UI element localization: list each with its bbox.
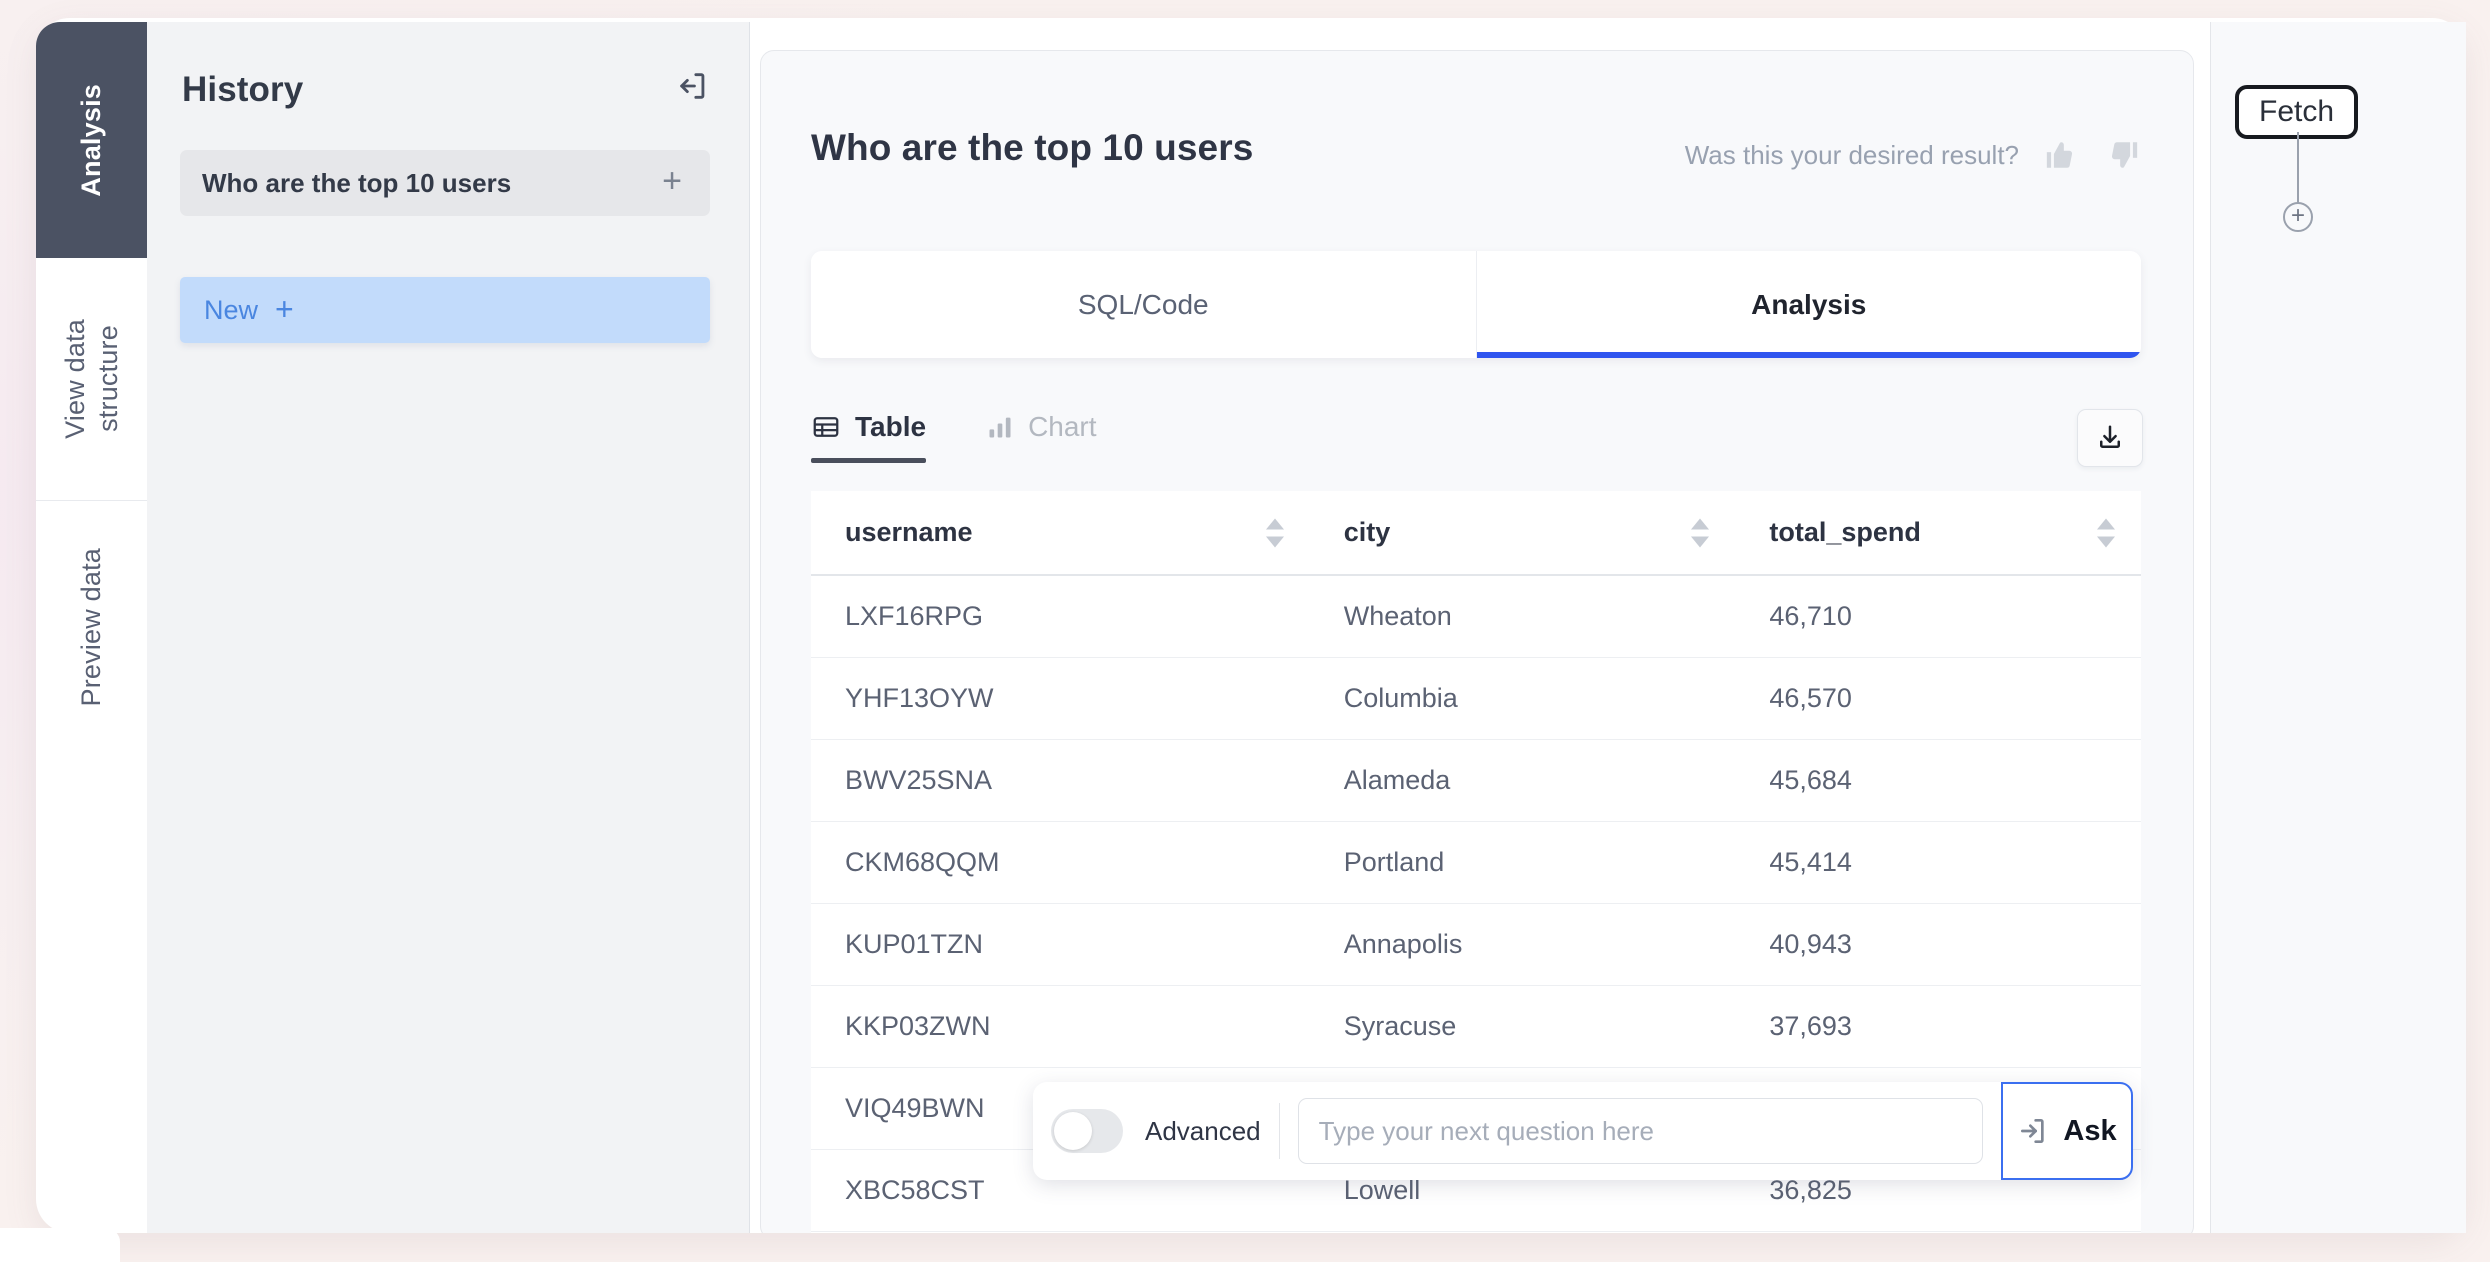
view-subtabs: Table Chart [811, 411, 1097, 463]
cell-total-spend [1735, 1231, 2141, 1233]
subtab-chart[interactable]: Chart [986, 411, 1097, 463]
feedback-question: Was this your desired result? [1684, 139, 2019, 170]
cell-city: Columbia [1309, 657, 1736, 740]
history-panel: History Who are the top 10 users + New + [147, 22, 750, 1233]
cell-city: Alameda [1309, 739, 1736, 822]
cell-city: Annapolis [1309, 903, 1736, 986]
cell-total-spend: 45,684 [1735, 739, 2141, 822]
table-row[interactable]: BWV25SNA Alameda 45,684 [811, 739, 2141, 822]
add-node-glyph: + [2290, 201, 2305, 229]
vertical-tab-rail: Analysis View data structure Preview dat… [36, 22, 147, 753]
column-header-username[interactable]: username [811, 491, 1310, 576]
app-background: Analysis View data structure Preview dat… [0, 0, 2490, 1262]
table-row[interactable]: QBH96DJM [811, 1231, 2141, 1233]
fetch-node[interactable]: Fetch [2235, 85, 2359, 139]
ask-button[interactable]: Ask [2001, 1082, 2133, 1180]
subtab-chart-label: Chart [1028, 411, 1097, 442]
sidebar-tab-analysis[interactable]: Analysis [36, 22, 147, 258]
bottom-left-stub [0, 1228, 120, 1262]
sort-username-icon[interactable] [1265, 518, 1284, 547]
bar-chart-icon [986, 413, 1014, 441]
download-button[interactable] [2077, 409, 2143, 467]
cell-total-spend: 45,414 [1735, 821, 2141, 904]
sidebar-tab-preview-data[interactable]: Preview data [36, 501, 147, 753]
tab-analysis[interactable]: Analysis [1475, 251, 2141, 358]
cell-total-spend: 46,570 [1735, 657, 2141, 740]
fetch-node-label: Fetch [2259, 95, 2335, 128]
table-row[interactable]: LXF16RPG Wheaton 46,710 [811, 575, 2141, 658]
column-header-city-label: city [1343, 517, 1391, 547]
thumbs-up-icon[interactable] [2041, 135, 2081, 175]
ask-button-label: Ask [2063, 1114, 2117, 1147]
cell-username: CKM68QQM [811, 821, 1310, 904]
sidebar-tab-view-data-structure-label: View data structure [59, 319, 123, 439]
plus-icon: + [275, 290, 294, 327]
subtab-table[interactable]: Table [811, 411, 927, 463]
cell-username: LXF16RPG [811, 575, 1310, 658]
column-header-username-label: username [845, 517, 973, 547]
column-header-total-spend[interactable]: total_spend [1735, 491, 2141, 576]
cell-username: KKP03ZWN [811, 985, 1310, 1068]
history-item-label: Who are the top 10 users [202, 167, 512, 198]
cell-city: Portland [1309, 821, 1736, 904]
download-icon [2095, 423, 2125, 453]
cell-total-spend: 46,710 [1735, 575, 2141, 658]
ask-bar-divider [1278, 1103, 1280, 1159]
tab-analysis-label: Analysis [1751, 288, 1867, 320]
table-row[interactable]: YHF13OYW Columbia 46,570 [811, 657, 2141, 740]
ask-bar: Advanced Ask [1033, 1082, 2133, 1180]
table-header-row: username city total_spend [811, 491, 2141, 576]
column-header-total-spend-label: total_spend [1769, 517, 1921, 547]
question-input[interactable] [1297, 1098, 1983, 1164]
page-title: Who are the top 10 users [811, 127, 1254, 168]
cell-username: QBH96DJM [811, 1231, 1310, 1233]
sort-total-spend-icon[interactable] [2097, 518, 2115, 547]
advanced-toggle[interactable] [1051, 1109, 1123, 1153]
history-item-top-10-users[interactable]: Who are the top 10 users + [180, 150, 710, 216]
collapse-panel-icon[interactable] [669, 62, 717, 110]
table-row[interactable]: CKM68QQM Portland 45,414 [811, 821, 2141, 904]
table-icon [811, 412, 841, 442]
sidebar-tab-view-data-structure[interactable]: View data structure [36, 258, 147, 501]
main-content-column: Who are the top 10 users Was this your d… [750, 22, 2211, 1233]
cell-username: YHF13OYW [811, 657, 1310, 740]
feedback-row: Was this your desired result? [1685, 135, 2143, 175]
sidebar-tab-analysis-label: Analysis [76, 83, 107, 197]
cell-total-spend: 40,943 [1735, 903, 2141, 986]
table-row[interactable]: KUP01TZN Annapolis 40,943 [811, 903, 2141, 986]
cell-city [1309, 1231, 1736, 1233]
cell-city: Syracuse [1309, 985, 1736, 1068]
result-tabstrip: SQL/Code Analysis [811, 251, 2141, 358]
column-header-city[interactable]: city [1309, 491, 1736, 576]
tab-sql-code[interactable]: SQL/Code [811, 251, 1476, 358]
new-conversation-button[interactable]: New + [180, 277, 710, 343]
cell-username: KUP01TZN [811, 903, 1310, 986]
cell-username: BWV25SNA [811, 739, 1310, 822]
sidebar-tab-preview-data-label: Preview data [76, 547, 107, 707]
result-card: Who are the top 10 users Was this your d… [760, 50, 2194, 1233]
tab-sql-code-label: SQL/Code [1077, 288, 1209, 320]
subtab-table-label: Table [855, 411, 927, 442]
history-title: History [182, 70, 304, 109]
advanced-toggle-knob [1054, 1112, 1092, 1150]
node-connector-line [2297, 132, 2299, 204]
table-row[interactable]: KKP03ZWN Syracuse 37,693 [811, 985, 2141, 1068]
login-arrow-icon [2017, 1115, 2049, 1147]
cell-total-spend: 37,693 [1735, 985, 2141, 1068]
flow-canvas-panel: Fetch + [2211, 22, 2466, 1233]
thumbs-down-icon[interactable] [2103, 135, 2143, 175]
history-item-add-icon[interactable]: + [662, 164, 682, 198]
cell-city: Wheaton [1309, 575, 1736, 658]
sort-city-icon[interactable] [1691, 518, 1710, 547]
add-node-icon[interactable]: + [2283, 202, 2313, 232]
advanced-label: Advanced [1145, 1115, 1261, 1146]
new-conversation-label: New [204, 294, 259, 325]
